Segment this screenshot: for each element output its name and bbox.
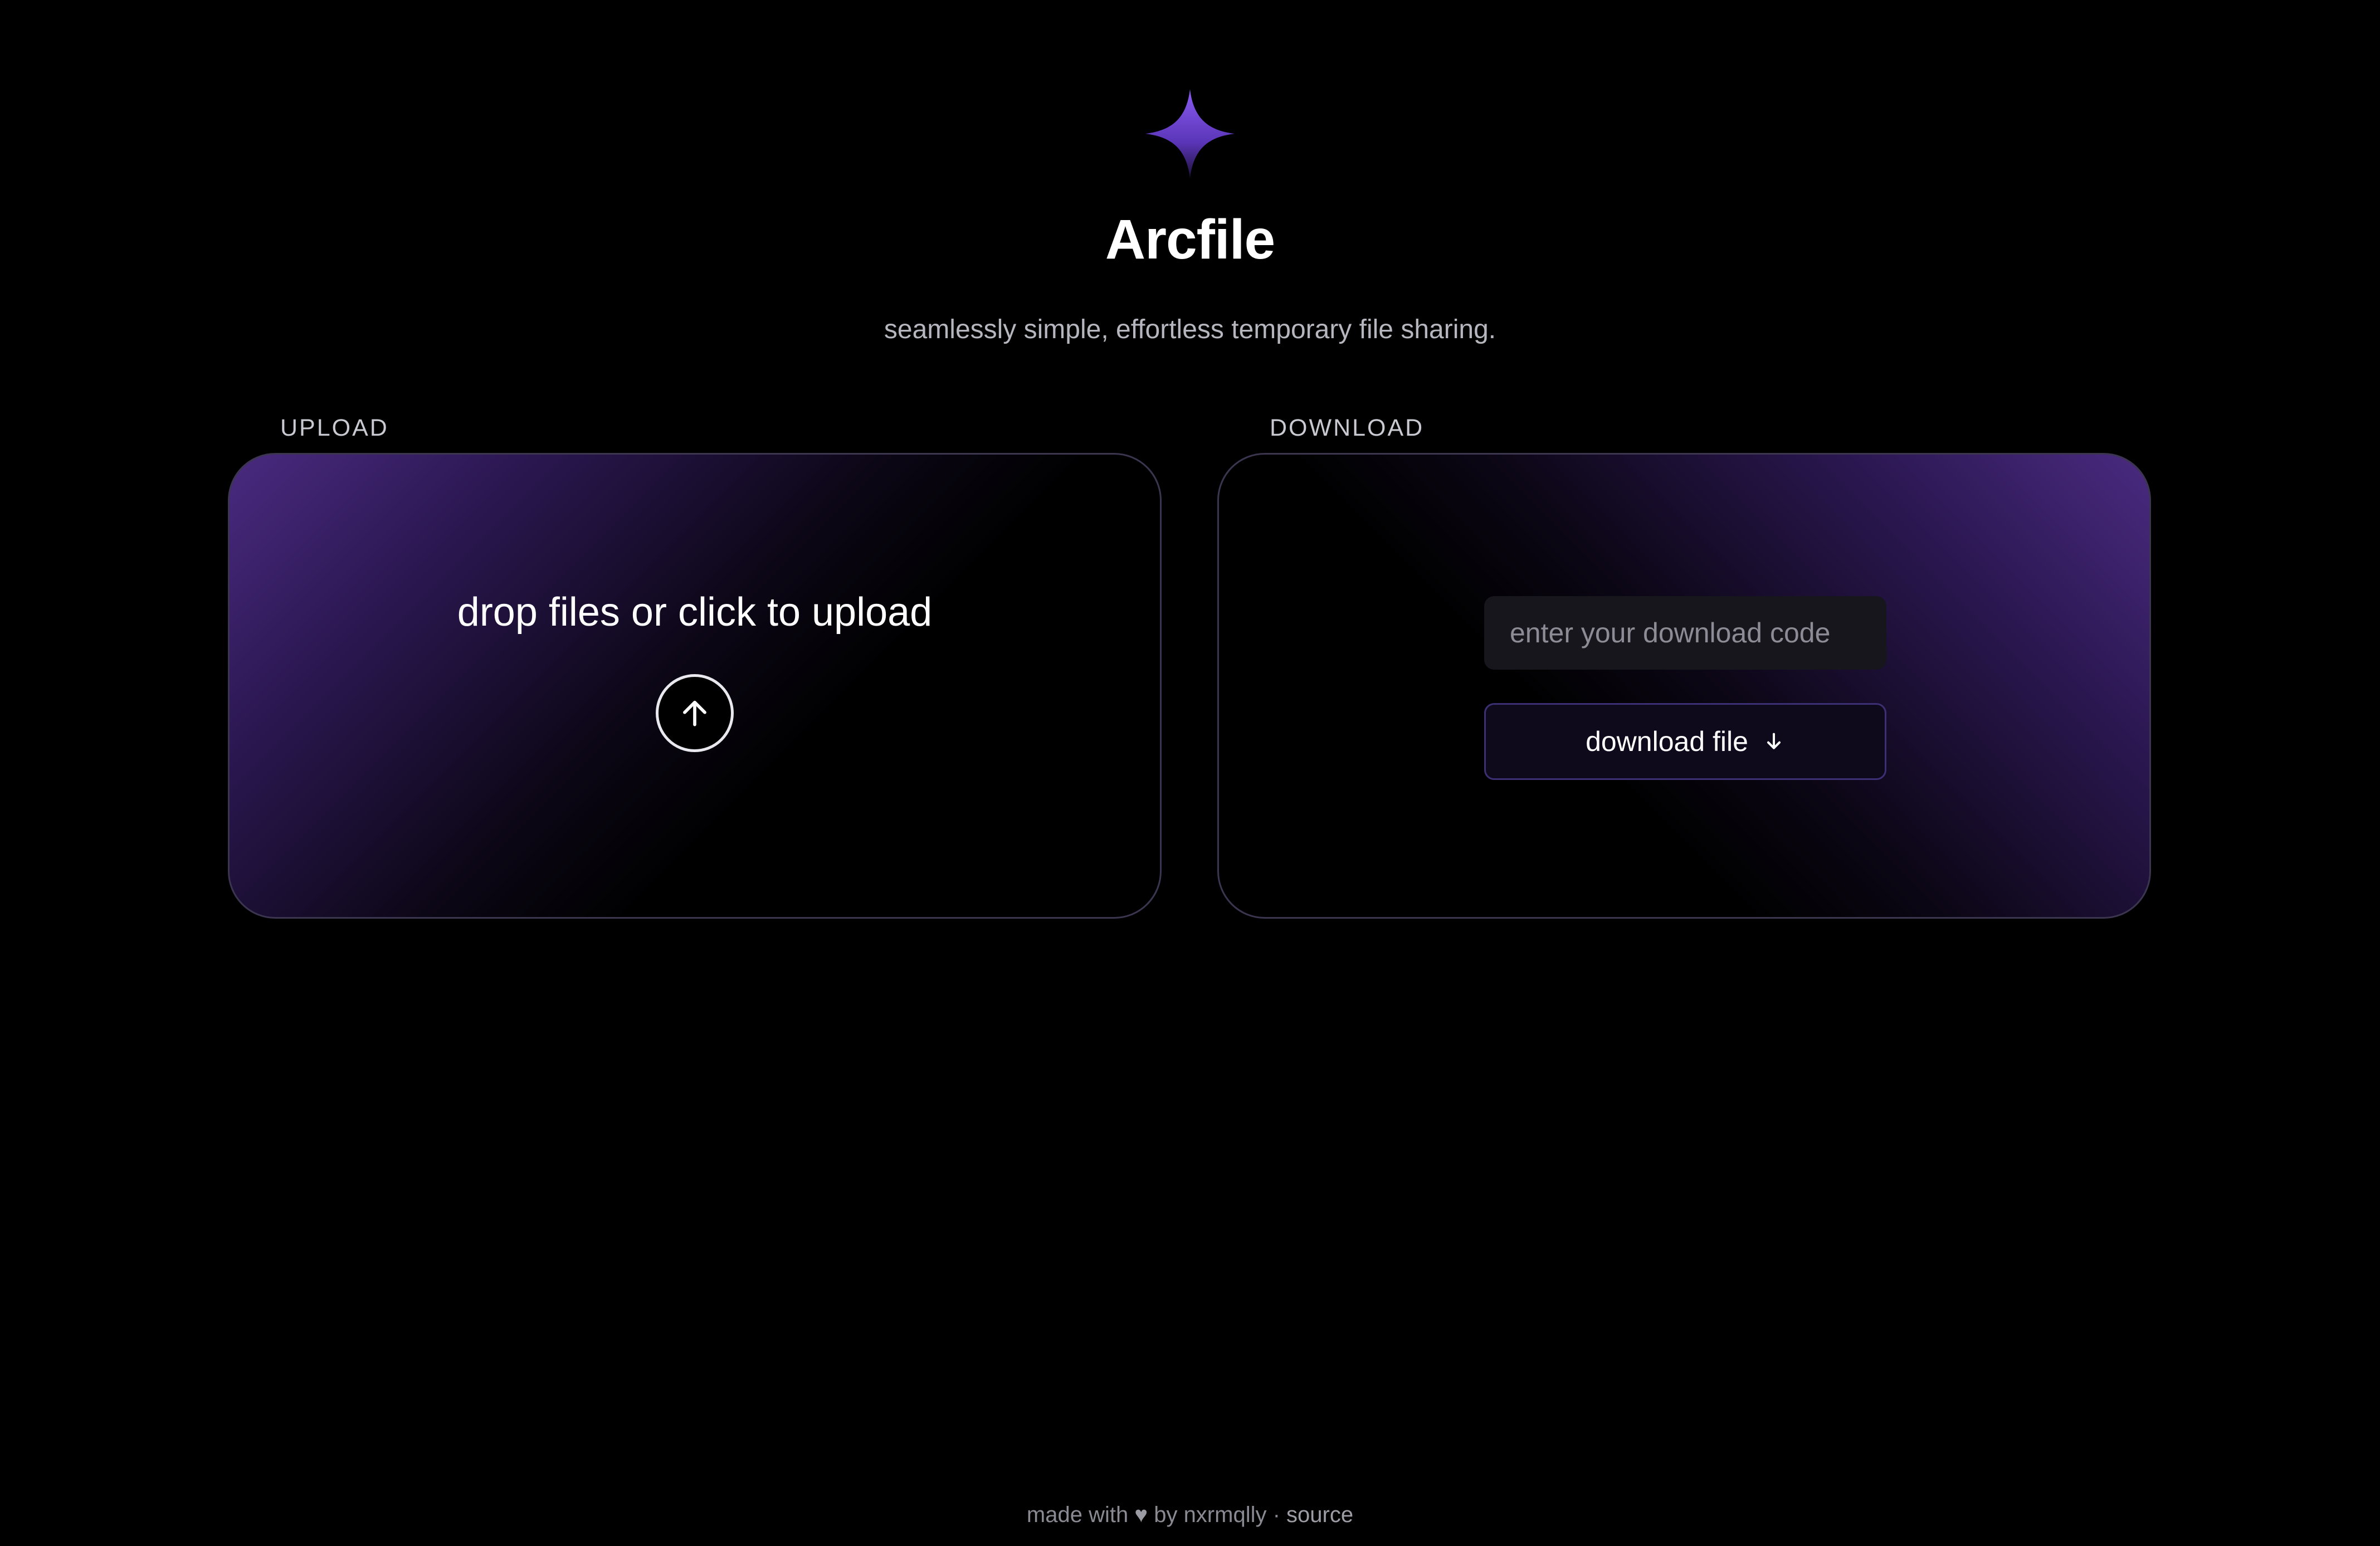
footer-author: by nxrmqlly xyxy=(1154,1503,1267,1527)
footer-separator: · xyxy=(1272,1503,1280,1527)
source-link[interactable]: source xyxy=(1286,1503,1353,1527)
arrow-up-icon xyxy=(683,700,706,726)
footer: made with ♥ by nxrmqlly · source xyxy=(0,1500,2380,1530)
upload-section-label: UPLOAD xyxy=(280,414,389,441)
download-file-button[interactable]: download file xyxy=(1484,703,1886,780)
app-subtitle: seamlessly simple, effortless temporary … xyxy=(884,315,1496,344)
download-section-label: DOWNLOAD xyxy=(1270,414,1425,441)
heart-icon: ♥ xyxy=(1134,1503,1148,1527)
upload-button[interactable] xyxy=(656,674,734,752)
upload-prompt: drop files or click to upload xyxy=(457,590,933,635)
arrow-down-icon xyxy=(1767,733,1781,749)
app-title: Arcfile xyxy=(1105,208,1275,271)
upload-dropzone[interactable]: drop files or click to upload xyxy=(228,453,1162,919)
footer-made-with: made with xyxy=(1026,1503,1129,1527)
sparkle-logo-icon xyxy=(1145,89,1235,178)
download-code-input[interactable] xyxy=(1484,596,1886,670)
download-panel: download file xyxy=(1217,453,2151,919)
download-button-label: download file xyxy=(1586,726,1748,757)
